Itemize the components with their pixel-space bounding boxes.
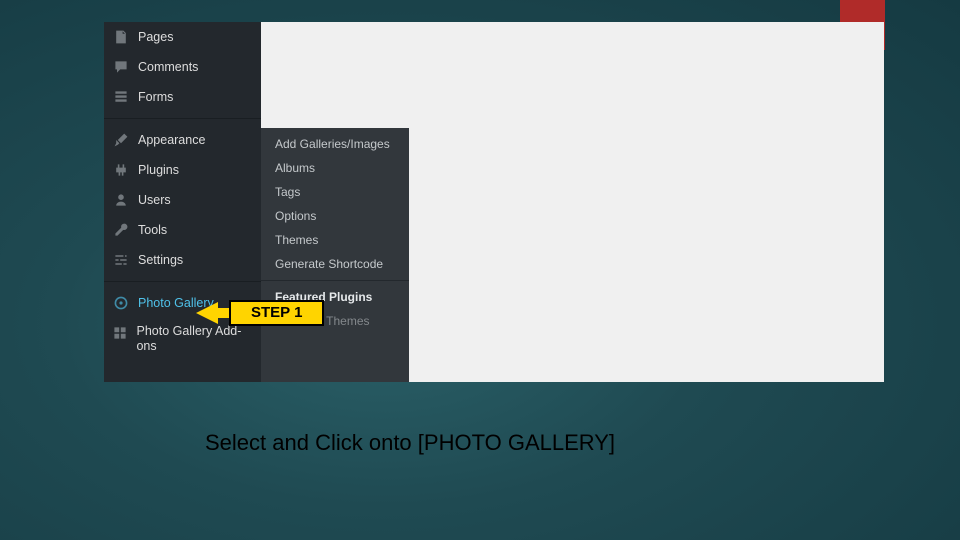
sidebar-item-label: Plugins (138, 163, 179, 177)
submenu-item-albums[interactable]: Albums (261, 156, 409, 180)
wrench-icon (112, 221, 130, 239)
sidebar-item-label: Forms (138, 90, 173, 104)
submenu-item-themes[interactable]: Themes (261, 228, 409, 252)
gallery-icon (112, 294, 130, 312)
sidebar-separator (104, 118, 261, 119)
submenu-photo-gallery: Add Galleries/Images Albums Tags Options… (261, 128, 409, 382)
sidebar-item-label: Comments (138, 60, 198, 74)
brush-icon (112, 131, 130, 149)
sidebar-item-plugins[interactable]: Plugins (104, 155, 261, 185)
sidebar-item-forms[interactable]: Forms (104, 82, 261, 112)
sidebar-item-label: Appearance (138, 133, 205, 147)
submenu-separator (261, 280, 409, 281)
sidebar-item-comments[interactable]: Comments (104, 52, 261, 82)
sidebar-item-users[interactable]: Users (104, 185, 261, 215)
sidebar-item-appearance[interactable]: Appearance (104, 125, 261, 155)
page-icon (112, 28, 130, 46)
admin-sidebar: Pages Comments Forms Appearance Pl (104, 22, 261, 382)
addons-icon (112, 324, 128, 342)
comment-icon (112, 58, 130, 76)
screenshot-panel: Pages Comments Forms Appearance Pl (104, 22, 884, 382)
submenu-item-generate-shortcode[interactable]: Generate Shortcode (261, 252, 409, 276)
instruction-text: Select and Click onto [PHOTO GALLERY] (205, 430, 615, 456)
submenu-item-options[interactable]: Options (261, 204, 409, 228)
submenu-item-tags[interactable]: Tags (261, 180, 409, 204)
submenu-item-add-galleries[interactable]: Add Galleries/Images (261, 132, 409, 156)
sidebar-separator (104, 281, 261, 282)
sidebar-item-pages[interactable]: Pages (104, 22, 261, 52)
plug-icon (112, 161, 130, 179)
sidebar-item-label: Users (138, 193, 171, 207)
step-label-box: STEP 1 (229, 300, 324, 326)
arrow-left-icon (196, 302, 218, 324)
user-icon (112, 191, 130, 209)
sidebar-item-label: Tools (138, 223, 167, 237)
sidebar-item-tools[interactable]: Tools (104, 215, 261, 245)
step-callout: STEP 1 (196, 300, 324, 326)
form-icon (112, 88, 130, 106)
sliders-icon (112, 251, 130, 269)
sidebar-item-label: Settings (138, 253, 183, 267)
sidebar-item-settings[interactable]: Settings (104, 245, 261, 275)
sidebar-item-label: Pages (138, 30, 173, 44)
sidebar-item-label: Photo Gallery Add-ons (136, 324, 251, 354)
step-label: STEP 1 (251, 304, 302, 321)
content-area (409, 22, 884, 382)
